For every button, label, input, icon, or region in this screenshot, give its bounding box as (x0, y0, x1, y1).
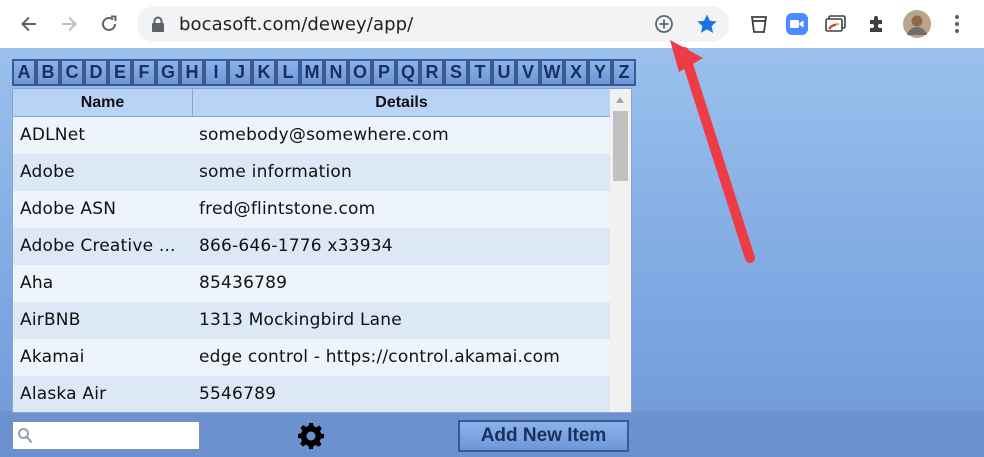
letter-button-i[interactable]: I (204, 59, 228, 86)
letter-button-p[interactable]: P (372, 59, 396, 86)
alphabet-index: ABCDEFGHIJKLMNOPQRSTUVWXYZ (12, 59, 636, 86)
table-row[interactable]: Adobe Creative ... 866-646-1776 x33934 (13, 228, 610, 265)
forward-arrow-icon (62, 16, 77, 32)
table-row[interactable]: Aha 85436789 (13, 265, 610, 302)
extension-cup-icon (750, 16, 768, 33)
add-new-item-button[interactable]: Add New Item (458, 420, 629, 452)
cell-details: edge control - https://control.akamai.co… (199, 347, 561, 367)
browser-menu-button[interactable] (941, 8, 973, 40)
cell-name: Adobe ASN (20, 199, 117, 219)
search-input[interactable] (37, 424, 195, 447)
table-header: Name Details (13, 89, 610, 117)
letter-button-n[interactable]: N (324, 59, 348, 86)
screen-share-icon (825, 15, 846, 32)
letter-button-z[interactable]: Z (612, 59, 636, 86)
letter-button-y[interactable]: Y (588, 59, 612, 86)
puzzle-piece-icon (870, 16, 882, 32)
browser-toolbar: bocasoft.com/dewey/app/ (0, 0, 984, 48)
letter-button-j[interactable]: J (228, 59, 252, 86)
column-header-name[interactable]: Name (13, 89, 193, 117)
scroll-up-icon[interactable] (616, 97, 624, 103)
letter-button-v[interactable]: V (516, 59, 540, 86)
letter-button-g[interactable]: G (156, 59, 180, 86)
cell-details: fred@flintstone.com (199, 199, 376, 219)
gear-icon[interactable] (297, 422, 325, 450)
letter-button-k[interactable]: K (252, 59, 276, 86)
cell-name: Alaska Air (20, 384, 107, 404)
table-row[interactable]: ADLNet somebody@somewhere.com (13, 117, 610, 154)
table-scrollbar[interactable] (610, 89, 631, 412)
column-header-details[interactable]: Details (193, 89, 610, 117)
letter-button-s[interactable]: S (444, 59, 468, 86)
table-row[interactable]: Alaska Air 5546789 (13, 376, 610, 412)
cell-name: AirBNB (20, 310, 81, 330)
profile-button[interactable] (901, 8, 933, 40)
more-vertical-icon (955, 15, 959, 33)
cell-details: 85436789 (199, 273, 288, 293)
letter-button-e[interactable]: E (108, 59, 132, 86)
letter-button-c[interactable]: C (60, 59, 84, 86)
table-row[interactable]: Adobe ASN fred@flintstone.com (13, 191, 610, 228)
reload-button[interactable] (93, 8, 125, 40)
reload-icon (102, 15, 117, 31)
table-body: ADLNet somebody@somewhere.com Adobe some in… (13, 117, 610, 412)
url-text: bocasoft.com/dewey/app/ (179, 14, 414, 35)
forward-button[interactable] (53, 8, 85, 40)
cell-name: Aha (20, 273, 54, 293)
cell-name: ADLNet (20, 125, 86, 145)
letter-button-d[interactable]: D (84, 59, 108, 86)
letter-button-w[interactable]: W (540, 59, 564, 86)
table-row[interactable]: AirBNB 1313 Mockingbird Lane (13, 302, 610, 339)
bookmark-star-icon[interactable] (695, 12, 719, 36)
letter-button-o[interactable]: O (348, 59, 372, 86)
letter-button-q[interactable]: Q (396, 59, 420, 86)
table-row[interactable]: Akamai edge control - https://control.aka… (13, 339, 610, 376)
letter-button-x[interactable]: X (564, 59, 588, 86)
avatar (903, 10, 931, 38)
letter-button-f[interactable]: F (132, 59, 156, 86)
search-box[interactable] (12, 421, 200, 450)
scrollbar-thumb[interactable] (613, 111, 628, 181)
letter-button-t[interactable]: T (468, 59, 492, 86)
letter-button-r[interactable]: R (420, 59, 444, 86)
letter-button-a[interactable]: A (12, 59, 36, 86)
letter-button-m[interactable]: M (300, 59, 324, 86)
letter-button-h[interactable]: H (180, 59, 204, 86)
letter-button-b[interactable]: B (36, 59, 60, 86)
cell-details: 1313 Mockingbird Lane (199, 310, 402, 330)
extension-zoom-button[interactable] (781, 8, 813, 40)
cell-details: 866-646-1776 x33934 (199, 236, 393, 256)
letter-button-l[interactable]: L (276, 59, 300, 86)
extension-cast-button[interactable] (820, 8, 852, 40)
cell-name: Adobe Creative ... (20, 236, 176, 256)
items-table: Name Details ADLNet somebody@somewhere.co… (12, 88, 632, 413)
back-arrow-icon (21, 16, 36, 32)
cell-details: 5546789 (199, 384, 277, 404)
letter-button-u[interactable]: U (492, 59, 516, 86)
search-icon (18, 428, 33, 444)
extension-ghostery-button[interactable] (743, 8, 775, 40)
cell-name: Akamai (20, 347, 85, 367)
back-button[interactable] (13, 8, 45, 40)
extensions-button[interactable] (861, 8, 893, 40)
cell-details: some information (199, 162, 352, 182)
table-row[interactable]: Adobe some information (13, 154, 610, 191)
install-app-icon[interactable] (653, 13, 675, 35)
zoom-video-icon (786, 13, 808, 35)
app-area: ABCDEFGHIJKLMNOPQRSTUVWXYZ Name Details … (0, 48, 984, 457)
cell-details: somebody@somewhere.com (199, 125, 449, 145)
address-bar[interactable]: bocasoft.com/dewey/app/ (137, 6, 729, 42)
lock-icon (152, 16, 164, 32)
cell-name: Adobe (20, 162, 75, 182)
